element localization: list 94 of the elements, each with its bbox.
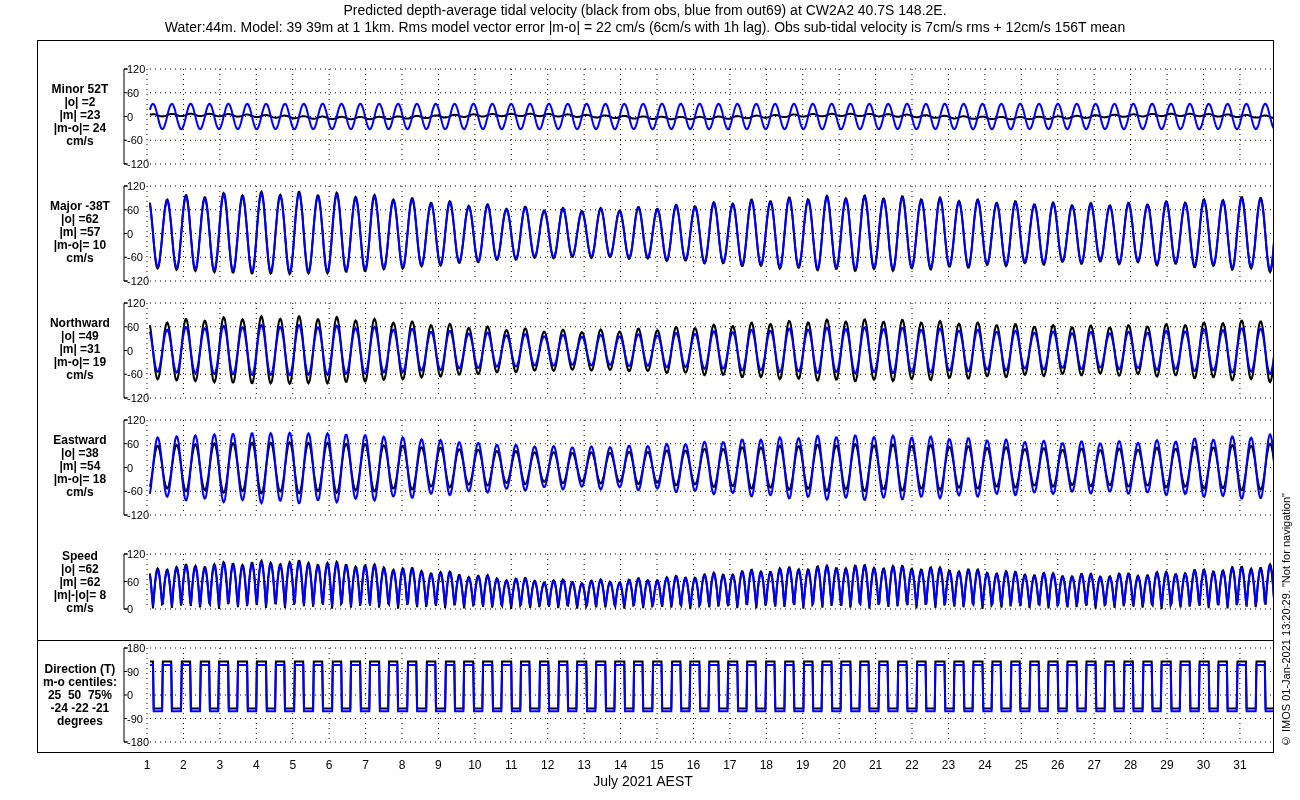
x-axis-label: July 2021 AEST — [593, 773, 693, 789]
day-tick-label: 26 — [1051, 758, 1065, 772]
day-tick-label: 13 — [577, 758, 591, 772]
axis-tick-label: 120 — [126, 414, 146, 426]
day-tick-label: 25 — [1014, 758, 1028, 772]
day-tick-label: 20 — [832, 758, 846, 772]
day-tick-label: 19 — [796, 758, 810, 772]
axis-tick-label: -120 — [126, 392, 149, 404]
day-tick-label: 8 — [398, 758, 406, 772]
statistic-text: |m|-|o|= 8 — [53, 589, 107, 602]
axis-tick-label: -180 — [126, 736, 149, 748]
axis-tick-label: 120 — [126, 548, 146, 560]
axis-tick-label: 0 — [126, 461, 133, 474]
axis-tick-label: 60 — [126, 86, 140, 99]
axis-tick-label: 120 — [126, 180, 146, 192]
panel-title: Minor 52T — [51, 83, 109, 96]
day-tick-label: 27 — [1087, 758, 1101, 772]
statistic-text: |m-o|= 18 — [53, 473, 107, 486]
statistic-text: degrees — [56, 714, 103, 728]
day-tick-label: 21 — [868, 758, 883, 772]
axis-tick-label: 0 — [126, 227, 133, 240]
statistic-text: m-o centiles: — [42, 675, 117, 689]
axis-tick-label: 0 — [126, 689, 133, 701]
axis-tick-label: 120 — [126, 297, 146, 309]
panel-title: Major -38T — [49, 200, 110, 213]
statistic-text: cm/s — [66, 252, 94, 265]
day-tick-label: 12 — [541, 758, 555, 772]
axis-tick-label: 0 — [126, 603, 133, 615]
y-axis — [123, 553, 129, 610]
panel-title: Speed — [61, 550, 98, 563]
day-tick-label: 11 — [505, 758, 518, 772]
day-tick-label: 23 — [941, 758, 956, 772]
statistic-text: |m| =23 — [59, 109, 101, 122]
axis-tick-label: -120 — [126, 158, 149, 170]
day-tick-label: 7 — [362, 758, 369, 772]
chart-title: Predicted depth-average tidal velocity (black from obs, blue from out69) at CW2A2 40.7S 148.2E. — [343, 2, 947, 19]
day-tick-label: 2 — [180, 758, 187, 772]
day-tick-label: 3 — [216, 758, 224, 772]
axis-tick-label: 60 — [126, 437, 140, 450]
day-tick-label: 4 — [252, 758, 260, 772]
statistic-text: |m-o|= 24 — [53, 122, 107, 135]
axis-tick-label: -60 — [126, 485, 143, 498]
day-tick-label: 17 — [723, 758, 737, 772]
day-tick-label: 10 — [468, 758, 482, 772]
axis-tick-label: 180 — [126, 642, 146, 654]
credit-text: © IMOS 01-Jan-2021 13:20:29. "Not for navigation" — [1280, 493, 1292, 747]
day-tick-label: 31 — [1233, 758, 1247, 772]
panel-title: Eastward — [53, 434, 107, 447]
statistic-text: |o| =62 — [61, 213, 99, 226]
statistic-text: |o| =38 — [61, 447, 99, 460]
axis-tick-label: 120 — [126, 63, 146, 75]
panel-title: Northward — [49, 317, 110, 330]
panel-title: Direction (T) — [44, 662, 116, 676]
statistic-text: cm/s — [66, 486, 94, 499]
statistic-text: |m| =57 — [59, 226, 101, 239]
axis-tick-label: -90 — [126, 712, 143, 725]
day-tick-label: 18 — [759, 758, 773, 772]
day-tick-label: 14 — [613, 758, 628, 772]
axis-tick-label: -120 — [126, 275, 149, 287]
statistic-text: |m| =54 — [59, 460, 101, 473]
axis-tick-label: -60 — [126, 368, 143, 381]
axis-tick-label: 60 — [126, 203, 140, 216]
day-tick-label: 16 — [686, 758, 701, 772]
day-tick-label: 5 — [289, 758, 297, 772]
axis-tick-label: -60 — [126, 251, 143, 264]
statistic-text: |m| =31 — [59, 343, 101, 356]
day-tick-label: 29 — [1160, 758, 1174, 772]
axis-tick-label: 90 — [126, 665, 140, 678]
day-tick-label: 30 — [1196, 758, 1211, 772]
axis-tick-label: -60 — [126, 134, 143, 147]
statistic-text: |o| =62 — [61, 563, 99, 576]
axis-tick-label: 0 — [126, 344, 133, 357]
statistic-text: -24 -22 -21 — [50, 701, 110, 715]
axis-tick-label: 60 — [126, 320, 140, 333]
statistic-text: cm/s — [66, 369, 94, 382]
axis-tick-label: 60 — [126, 575, 140, 588]
statistic-text: |m| =62 — [59, 576, 101, 589]
chart-subtitle: Water:44m. Model: 39 39m at 1 1km. Rms model vector error |m-o| = 22 cm/s (6cm/s with 1h lag). Obs sub-tidal velocity is 7cm/s rms + 12cm/s 156T mean — [164, 19, 1126, 36]
statistic-text: |o| =2 — [64, 96, 96, 109]
day-tick-label: 22 — [905, 758, 919, 772]
day-tick-label: 28 — [1123, 758, 1138, 772]
statistic-text: |o| =49 — [61, 330, 99, 343]
day-tick-label: 6 — [325, 758, 333, 772]
day-tick-label: 15 — [650, 758, 664, 772]
statistic-text: |m-o|= 10 — [53, 239, 107, 252]
axis-tick-label: 0 — [126, 110, 133, 123]
statistic-text: 25 50 75% — [47, 688, 112, 702]
statistic-text: |m-o|= 19 — [53, 356, 107, 369]
statistic-text: cm/s — [66, 135, 94, 148]
day-tick-label: 1 — [143, 758, 151, 772]
day-tick-label: 24 — [978, 758, 992, 772]
axis-tick-label: -120 — [126, 509, 149, 521]
day-tick-label: 9 — [435, 758, 442, 772]
statistic-text: cm/s — [66, 602, 94, 615]
